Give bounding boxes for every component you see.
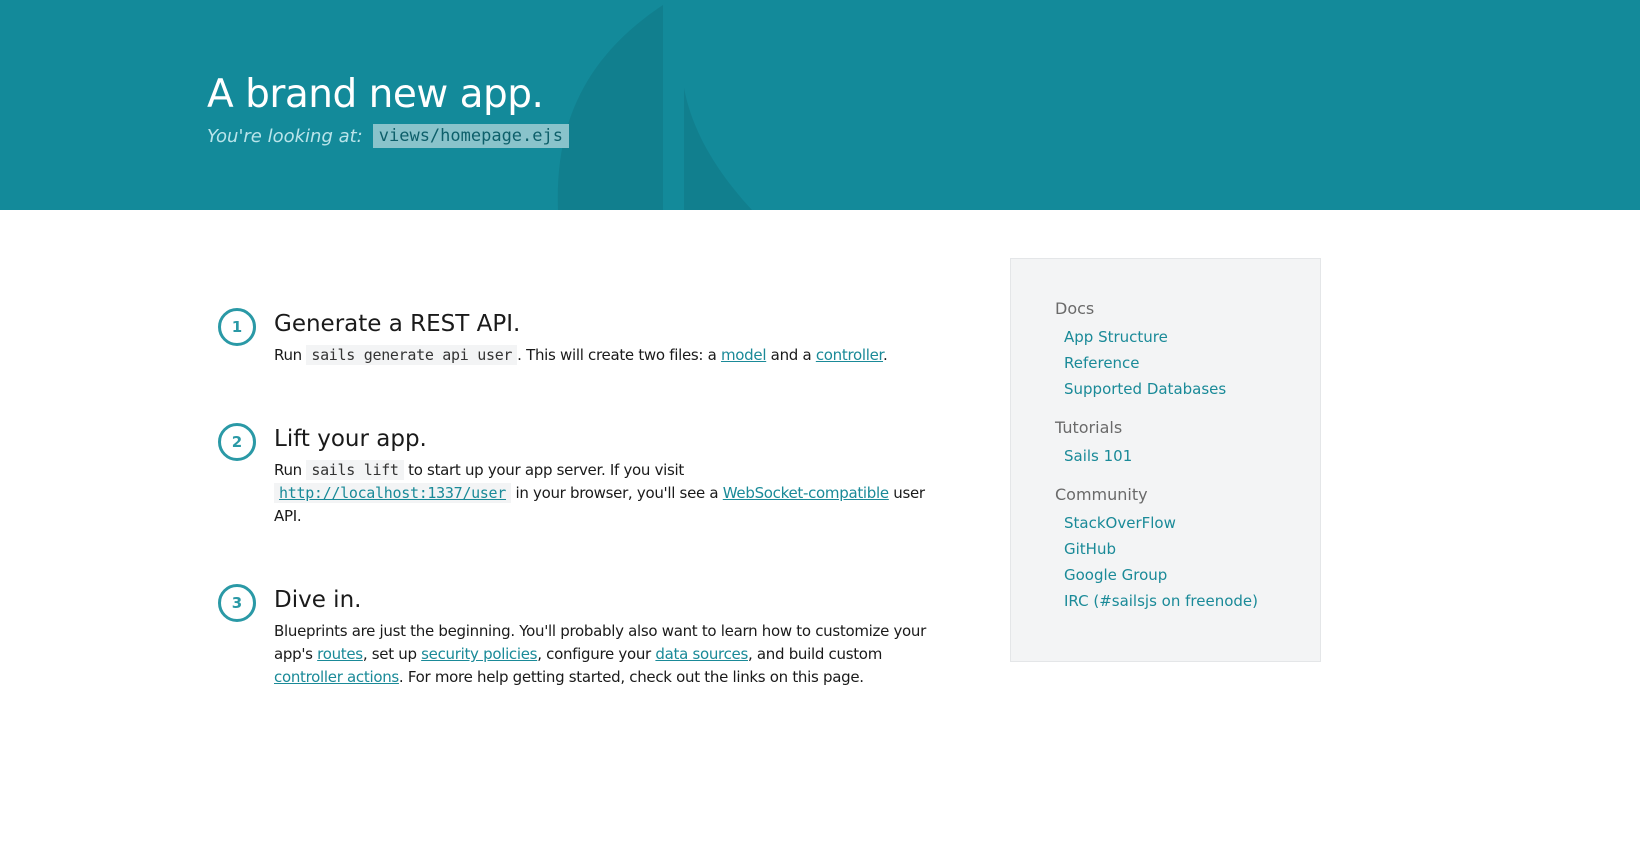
section-title-tutorials: Tutorials <box>1055 418 1123 437</box>
text: . This will create two files: a <box>517 346 721 364</box>
data-sources-link[interactable]: data sources <box>655 645 748 663</box>
text: . <box>883 346 888 364</box>
step-title: Generate a REST API. <box>274 311 521 337</box>
command-code: sails lift <box>306 460 404 480</box>
sidebar-link-irc[interactable]: IRC (#sailsjs on freenode) <box>1064 592 1258 610</box>
step-1: 1 Generate a REST API. Run sails generat… <box>218 300 948 367</box>
section-title-docs: Docs <box>1055 299 1095 318</box>
text: , configure your <box>537 645 656 663</box>
sidebar-link-google-group[interactable]: Google Group <box>1064 566 1167 584</box>
sidebar-link-github[interactable]: GitHub <box>1064 540 1116 558</box>
security-policies-link[interactable]: security policies <box>421 645 537 663</box>
steps-list: 1 Generate a REST API. Run sails generat… <box>218 300 948 689</box>
sidebar: Docs App Structure Reference Supported D… <box>1010 258 1321 662</box>
model-link[interactable]: model <box>721 346 767 364</box>
text: . For more help getting started, check o… <box>398 668 864 686</box>
text: Run <box>274 346 302 364</box>
text: Run <box>274 461 302 479</box>
step-2: 2 Lift your app. Run sails lift to start… <box>218 415 948 528</box>
step-title: Lift your app. <box>274 426 427 452</box>
controller-actions-link[interactable]: controller actions <box>274 668 399 686</box>
routes-link[interactable]: routes <box>317 645 363 663</box>
controller-link[interactable]: controller <box>816 346 883 364</box>
section-title-community: Community <box>1055 485 1148 504</box>
subtitle-label: You're looking at: <box>207 125 363 147</box>
step-text: Run sails generate api user. This will c… <box>274 344 948 367</box>
step-number: 3 <box>218 584 256 622</box>
text: , set up <box>362 645 422 663</box>
sidebar-link-stackoverflow[interactable]: StackOverFlow <box>1064 514 1176 532</box>
text: and a <box>766 346 816 364</box>
step-title: Dive in. <box>274 587 362 613</box>
file-path: views/homepage.ejs <box>372 124 569 148</box>
step-number: 1 <box>218 308 256 346</box>
sidebar-link-supported-databases[interactable]: Supported Databases <box>1064 380 1226 398</box>
text: to start up your app server. If you visi… <box>403 461 685 479</box>
localhost-link[interactable]: http://localhost:1337/user <box>279 484 506 502</box>
step-text: Run sails lift to start up your app serv… <box>274 459 948 528</box>
hero-header: A brand new app. You're looking at: view… <box>0 0 1640 210</box>
subtitle: You're looking at: views/homepage.ejs <box>207 124 569 148</box>
sidebar-link-reference[interactable]: Reference <box>1064 354 1140 372</box>
page-title: A brand new app. <box>207 72 544 117</box>
command-code: sails generate api user <box>306 345 518 365</box>
text: in your browser, you'll see a <box>511 484 723 502</box>
websocket-link[interactable]: WebSocket-compatible <box>723 484 889 502</box>
step-number: 2 <box>218 423 256 461</box>
step-text: Blueprints are just the beginning. You'l… <box>274 620 948 689</box>
sidebar-link-sails-101[interactable]: Sails 101 <box>1064 447 1132 465</box>
sidebar-link-app-structure[interactable]: App Structure <box>1064 328 1168 346</box>
text: , and build custom <box>747 645 883 663</box>
step-3: 3 Dive in. Blueprints are just the begin… <box>218 576 948 689</box>
